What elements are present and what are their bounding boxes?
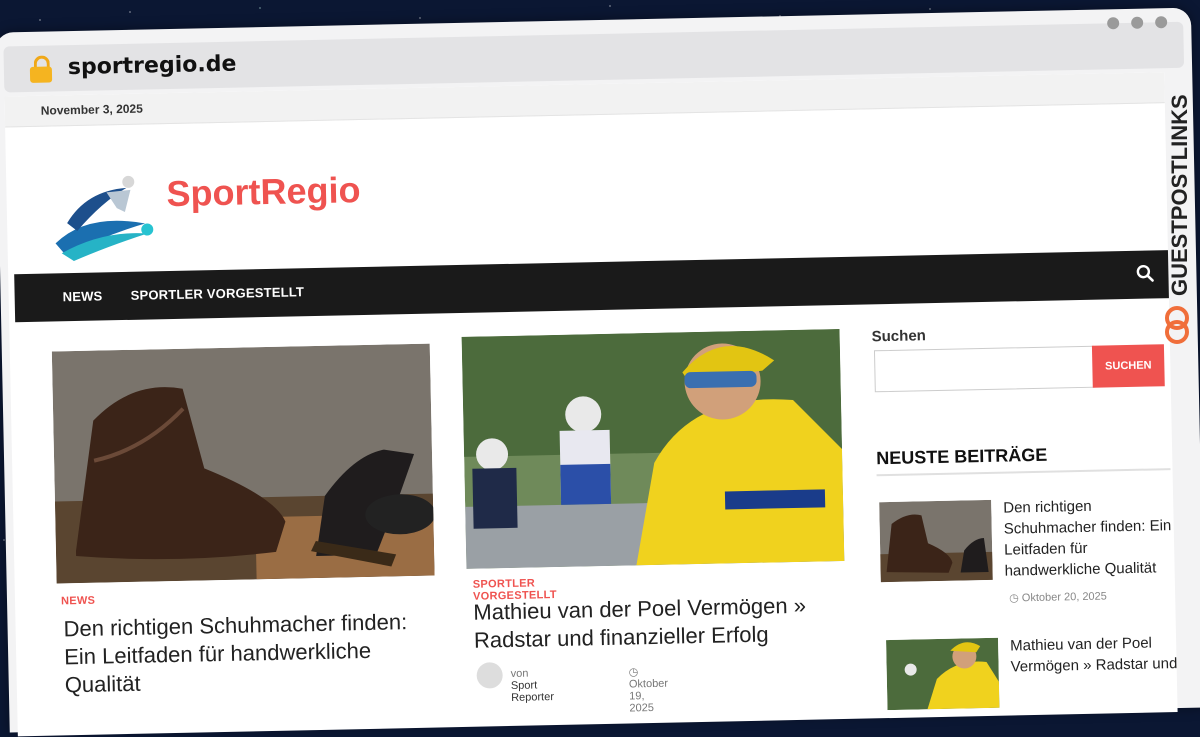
current-date: November 3, 2025 xyxy=(40,101,143,118)
clock-icon: ◷ xyxy=(1009,592,1019,605)
recent-post-title[interactable]: Den richtigen Schuhmacher finden: Ein Le… xyxy=(1003,494,1175,582)
nav-item-news[interactable]: NEWS xyxy=(63,288,103,304)
article-title[interactable]: Den richtigen Schuhmacher finden: Ein Le… xyxy=(63,607,445,699)
avatar xyxy=(476,662,503,689)
site-logo-icon[interactable] xyxy=(46,171,158,263)
article-date: ◷ Oktober 19, 2025 xyxy=(628,665,669,715)
watermark-text: GUESTPOSTLINKS xyxy=(1167,94,1192,296)
search-label: Suchen xyxy=(871,327,927,346)
url-text[interactable]: sportregio.de xyxy=(68,52,237,81)
lock-icon xyxy=(29,55,53,83)
recent-posts-title: NEUSTE BEITRÄGE xyxy=(876,444,1048,469)
divider xyxy=(876,468,1171,477)
site-title[interactable]: SportRegio xyxy=(166,169,361,215)
search-input[interactable] xyxy=(873,345,1095,393)
author-prefix: von xyxy=(510,667,529,680)
article-image-cyclists[interactable] xyxy=(461,329,845,569)
author-name[interactable]: Sport Reporter xyxy=(511,679,554,704)
article-category[interactable]: NEWS xyxy=(61,595,95,608)
guestpostlinks-watermark: GUESTPOSTLINKS xyxy=(1165,94,1192,344)
window-controls xyxy=(1107,16,1168,30)
window-dot-icon[interactable] xyxy=(1107,17,1120,30)
window-dot-icon[interactable] xyxy=(1155,16,1168,29)
search-icon[interactable] xyxy=(1136,264,1154,282)
web-page: November 3, 2025 SportRegio NEWS SPORTLE… xyxy=(4,72,1178,737)
browser-window: sportregio.de November 3, 2025 SportRegi… xyxy=(0,7,1200,737)
article-author: von Sport Reporter xyxy=(511,667,555,704)
search-button[interactable]: SUCHEN xyxy=(1091,344,1165,388)
window-dot-icon[interactable] xyxy=(1131,16,1144,29)
nav-item-sportler-vorgestellt[interactable]: SPORTLER VORGESTELLT xyxy=(130,284,304,303)
recent-post-thumbnail[interactable] xyxy=(879,499,993,583)
date-text: Oktober 20, 2025 xyxy=(1021,590,1107,605)
article-title[interactable]: Mathieu van der Poel Vermögen » Radstar … xyxy=(473,591,854,655)
recent-post-title[interactable]: Mathieu van der Poel Vermögen » Radstar … xyxy=(1010,632,1178,678)
article-image-boots[interactable] xyxy=(51,343,435,584)
clock-icon: ◷ xyxy=(628,666,639,679)
recent-post-date: ◷ Oktober 20, 2025 xyxy=(1009,589,1107,604)
recent-post-thumbnail[interactable] xyxy=(886,637,1000,711)
main-navigation: NEWS SPORTLER VORGESTELLT xyxy=(14,249,1175,323)
date-text: Oktober 19, 2025 xyxy=(628,677,669,715)
